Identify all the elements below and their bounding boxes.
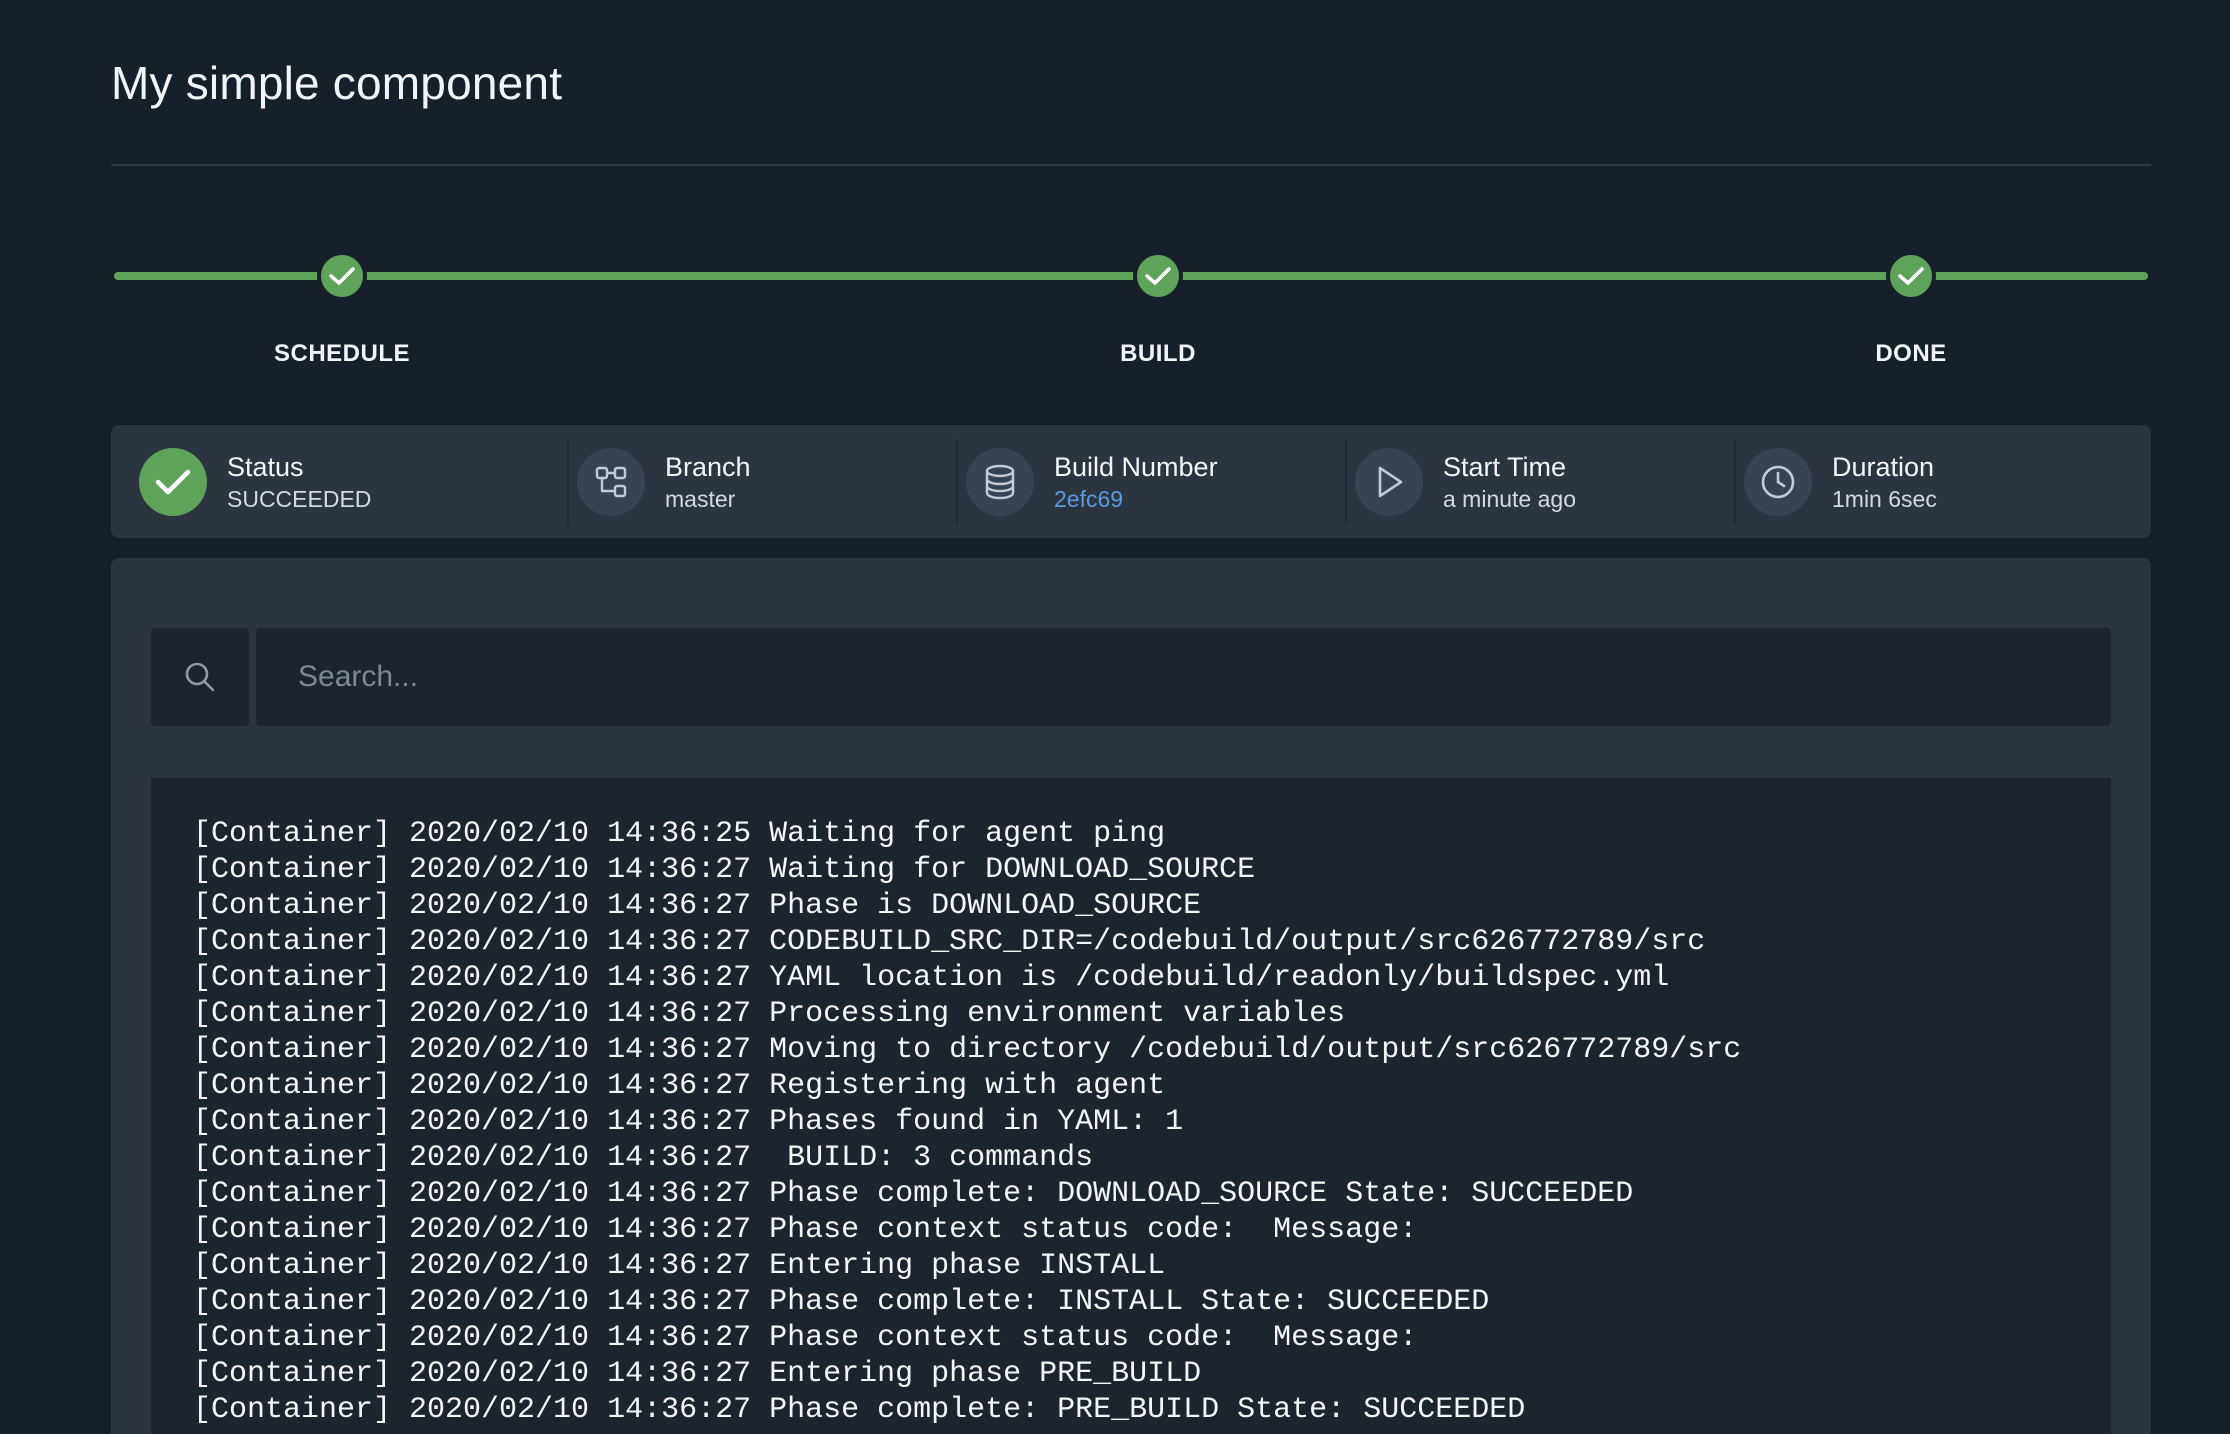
check-circle-icon xyxy=(139,447,207,516)
status-item: Status SUCCEEDED xyxy=(139,425,371,538)
log-line: [Container] 2020/02/10 14:36:25 Waiting … xyxy=(193,817,1166,851)
log-line: [Container] 2020/02/10 14:36:27 Moving t… xyxy=(193,1033,1742,1067)
title-divider xyxy=(111,164,2151,166)
search-icon xyxy=(185,662,215,692)
branch-label: Branch xyxy=(665,451,751,482)
search-button[interactable] xyxy=(151,628,249,726)
step-label-done: DONE xyxy=(1875,340,1947,367)
build-number-link[interactable]: 2efc69 xyxy=(1054,484,1218,514)
branch-icon xyxy=(577,447,645,516)
play-icon xyxy=(1355,447,1423,516)
log-line: [Container] 2020/02/10 14:36:27 Phase is… xyxy=(193,889,1202,923)
step-label-schedule: SCHEDULE xyxy=(273,340,410,367)
log-line: [Container] 2020/02/10 14:36:27 Phases f… xyxy=(193,1105,1184,1139)
log-line: [Container] 2020/02/10 14:36:27 CODEBUIL… xyxy=(193,925,1706,959)
info-divider xyxy=(956,439,958,525)
branch-item: Branch master xyxy=(577,425,751,538)
log-line: [Container] 2020/02/10 14:36:27 Phase co… xyxy=(193,1213,1418,1247)
start-time-item: Start Time a minute ago xyxy=(1355,425,1576,538)
duration-label: Duration xyxy=(1832,451,1935,482)
log-line: [Container] 2020/02/10 14:36:27 Processi… xyxy=(193,997,1346,1031)
log-line: [Container] 2020/02/10 14:36:27 Phase co… xyxy=(193,1285,1490,1319)
log-output[interactable]: [Container] 2020/02/10 14:36:25 Waiting … xyxy=(151,778,2111,1434)
start-time-value: a minute ago xyxy=(1443,485,1576,512)
branch-value: master xyxy=(665,485,736,512)
database-icon xyxy=(966,447,1034,516)
log-line: [Container] 2020/02/10 14:36:27 BUILD: 3… xyxy=(193,1141,1094,1175)
build-number-label: Build Number xyxy=(1054,451,1218,482)
clock-icon xyxy=(1744,447,1812,516)
step-label-build: BUILD xyxy=(1120,340,1196,367)
log-line: [Container] 2020/02/10 14:36:27 Phase co… xyxy=(193,1393,1526,1427)
info-divider xyxy=(567,439,569,525)
duration-value: 1min 6sec xyxy=(1832,485,1937,512)
log-line: [Container] 2020/02/10 14:36:27 YAML loc… xyxy=(193,961,1670,995)
status-value: SUCCEEDED xyxy=(227,485,372,512)
search-input[interactable] xyxy=(256,628,2111,726)
page-title: My simple component xyxy=(111,57,563,109)
status-label: Status xyxy=(227,451,304,482)
log-panel: [Container] 2020/02/10 14:36:25 Waiting … xyxy=(111,558,2151,1434)
step-build-check-icon xyxy=(1133,251,1183,301)
build-info-bar: Status SUCCEEDED Branch master Build Num… xyxy=(111,425,2151,538)
build-page: My simple component SCHEDULE BUILD DONE … xyxy=(111,0,2151,1434)
step-schedule-check-icon xyxy=(317,251,367,301)
log-line: [Container] 2020/02/10 14:36:27 Entering… xyxy=(193,1249,1166,1283)
log-line: [Container] 2020/02/10 14:36:27 Phase co… xyxy=(193,1321,1418,1355)
build-stepper: SCHEDULE BUILD DONE xyxy=(111,240,2151,380)
start-time-label: Start Time xyxy=(1443,451,1567,482)
build-number-item: Build Number 2efc69 xyxy=(966,425,1218,538)
stepper-progress-line xyxy=(114,272,2148,280)
info-divider xyxy=(1345,439,1347,525)
info-divider xyxy=(1734,439,1736,525)
log-line: [Container] 2020/02/10 14:36:27 Entering… xyxy=(193,1357,1202,1391)
step-done-check-icon xyxy=(1886,251,1936,301)
duration-item: Duration 1min 6sec xyxy=(1744,425,1937,538)
log-line: [Container] 2020/02/10 14:36:27 Register… xyxy=(193,1069,1166,1103)
log-line: [Container] 2020/02/10 14:36:27 Phase co… xyxy=(193,1177,1634,1211)
log-line: [Container] 2020/02/10 14:36:27 Waiting … xyxy=(193,853,1256,887)
